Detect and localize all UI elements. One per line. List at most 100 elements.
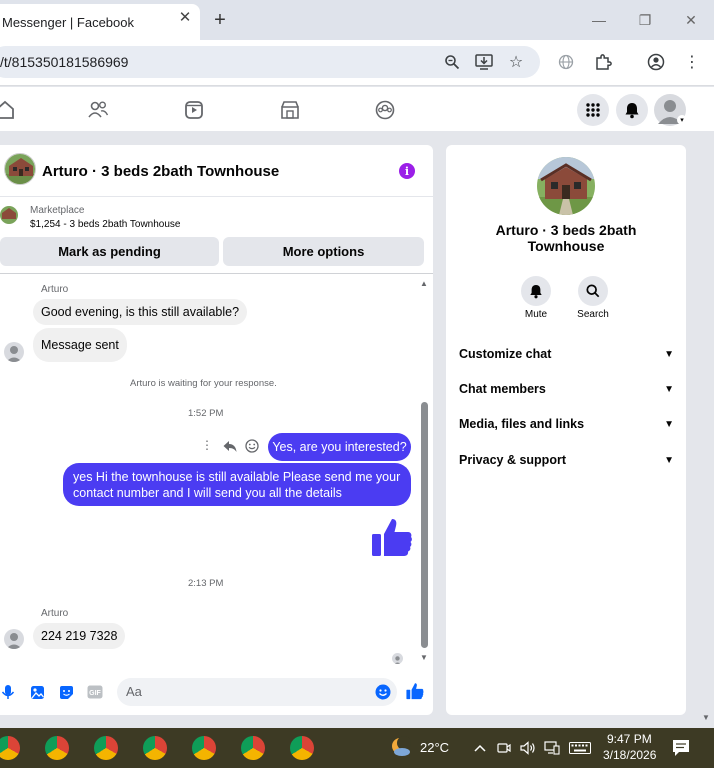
extensions-icon[interactable] bbox=[593, 52, 613, 72]
browser-toolbar: /t/815350181586969 ☆ ⋮ bbox=[0, 40, 714, 86]
sticker-icon[interactable] bbox=[58, 684, 74, 700]
emoji-icon[interactable] bbox=[375, 684, 391, 700]
marketplace-icon[interactable] bbox=[279, 99, 301, 121]
bell-icon bbox=[625, 102, 639, 118]
message-more-icon[interactable]: ⋮ bbox=[201, 438, 213, 452]
message-sender-name: Arturo bbox=[41, 608, 69, 619]
scroll-up-arrow-icon[interactable]: ▲ bbox=[419, 278, 429, 288]
bookmark-star-icon[interactable]: ☆ bbox=[506, 52, 526, 72]
browser-menu-icon[interactable]: ⋮ bbox=[682, 52, 702, 72]
tab-close-icon[interactable]: ✕ bbox=[176, 8, 194, 26]
incoming-message[interactable]: 224 219 7328 bbox=[33, 623, 126, 649]
clock-date[interactable]: 3/18/2026 bbox=[603, 748, 656, 762]
reply-icon[interactable] bbox=[222, 438, 238, 454]
waiting-notice: Arturo is waiting for your response. bbox=[130, 378, 277, 389]
search-label: Search bbox=[577, 309, 609, 320]
conversation-info-panel: Arturo · 3 beds 2bath Townhouse Mute Sea… bbox=[446, 145, 686, 715]
incoming-message[interactable]: Good evening, is this still available? bbox=[33, 299, 248, 325]
chat-scrollbar[interactable] bbox=[421, 402, 428, 648]
scroll-down-arrow-icon[interactable]: ▼ bbox=[419, 652, 429, 662]
close-window-icon[interactable]: ✕ bbox=[680, 9, 702, 31]
chrome-app-icon[interactable] bbox=[45, 736, 69, 760]
restore-icon[interactable]: ❐ bbox=[634, 9, 656, 31]
message-input-placeholder: Aa bbox=[126, 684, 142, 699]
new-tab-button[interactable]: + bbox=[210, 10, 230, 30]
svg-text:GIF: GIF bbox=[89, 690, 101, 697]
chevron-down-icon: ▼ bbox=[664, 454, 674, 466]
customize-chat-section[interactable]: Customize chat ▼ bbox=[459, 344, 674, 364]
chrome-app-icon[interactable] bbox=[241, 736, 265, 760]
seen-avatar bbox=[392, 653, 403, 664]
chat-header: Arturo · 3 beds 2bath Townhouse i bbox=[0, 145, 433, 197]
profile-icon[interactable] bbox=[646, 52, 666, 72]
search-button[interactable] bbox=[578, 276, 608, 306]
keyboard-icon[interactable] bbox=[569, 740, 591, 756]
conversation-title[interactable]: Arturo · 3 beds 2bath Townhouse bbox=[42, 163, 279, 180]
sender-avatar[interactable] bbox=[4, 629, 24, 649]
info-avatar[interactable] bbox=[537, 157, 595, 215]
chevron-down-icon: ▼ bbox=[664, 383, 674, 395]
sender-avatar[interactable] bbox=[4, 342, 24, 362]
minimize-icon[interactable]: — bbox=[588, 9, 610, 31]
media-files-links-section[interactable]: Media, files and links ▼ bbox=[459, 414, 674, 434]
volume-icon[interactable] bbox=[520, 740, 536, 756]
url-text: /t/815350181586969 bbox=[0, 54, 129, 70]
weather-moon-icon[interactable] bbox=[390, 736, 412, 758]
conversation-avatar[interactable] bbox=[4, 153, 36, 185]
timestamp: 1:52 PM bbox=[188, 408, 224, 419]
menu-grid-button[interactable] bbox=[577, 94, 609, 126]
tray-chevron-up-icon[interactable] bbox=[472, 740, 488, 756]
section-label: Chat members bbox=[459, 382, 546, 396]
chrome-app-icon[interactable] bbox=[0, 736, 20, 760]
gif-icon[interactable]: GIF bbox=[87, 684, 103, 700]
microphone-icon[interactable] bbox=[0, 684, 16, 700]
tab-title: Messenger | Facebook bbox=[2, 14, 134, 30]
meet-now-icon[interactable] bbox=[496, 740, 512, 756]
privacy-support-section[interactable]: Privacy & support ▼ bbox=[459, 450, 674, 470]
notifications-button[interactable] bbox=[616, 94, 648, 126]
network-icon[interactable] bbox=[544, 740, 560, 756]
header-divider bbox=[0, 273, 433, 274]
timestamp: 2:13 PM bbox=[188, 578, 224, 589]
message-input[interactable]: Aa bbox=[117, 678, 397, 706]
browser-tab[interactable]: Messenger | Facebook bbox=[0, 4, 200, 40]
listing-summary[interactable]: $1,254 - 3 beds 2bath Townhouse bbox=[30, 219, 181, 230]
weather-temperature[interactable]: 22°C bbox=[420, 740, 449, 755]
windows-taskbar: 22°C 9:47 PM 3/18/2026 bbox=[0, 728, 714, 768]
chat-members-section[interactable]: Chat members ▼ bbox=[459, 379, 674, 399]
thumbs-up-sticker[interactable] bbox=[371, 517, 413, 557]
mute-label: Mute bbox=[524, 309, 548, 320]
outgoing-message[interactable]: yes Hi the townhouse is still available … bbox=[63, 463, 411, 506]
section-label: Customize chat bbox=[459, 347, 552, 361]
install-app-icon[interactable] bbox=[474, 52, 494, 72]
chrome-app-icon[interactable] bbox=[143, 736, 167, 760]
send-like-icon[interactable] bbox=[406, 682, 424, 700]
chevron-down-icon: ▼ bbox=[664, 348, 674, 360]
zoom-icon[interactable] bbox=[442, 52, 462, 72]
groups-icon[interactable] bbox=[374, 99, 396, 121]
section-label: Privacy & support bbox=[459, 453, 566, 467]
chrome-app-icon[interactable] bbox=[290, 736, 314, 760]
listing-thumbnail[interactable] bbox=[0, 206, 18, 224]
incoming-message[interactable]: Message sent bbox=[33, 328, 127, 362]
clock-time[interactable]: 9:47 PM bbox=[607, 732, 652, 746]
watch-icon[interactable] bbox=[183, 99, 205, 121]
conversation-info-icon[interactable]: i bbox=[399, 163, 415, 179]
photo-icon[interactable] bbox=[29, 684, 45, 700]
mark-as-pending-button[interactable]: Mark as pending bbox=[0, 237, 219, 266]
more-options-button[interactable]: More options bbox=[223, 237, 424, 266]
translate-icon[interactable] bbox=[556, 52, 576, 72]
outgoing-message[interactable]: Yes, are you interested? bbox=[268, 433, 411, 461]
info-name: Arturo · 3 beds 2bath Townhouse bbox=[495, 222, 637, 254]
chrome-app-icon[interactable] bbox=[94, 736, 118, 760]
react-emoji-icon[interactable] bbox=[245, 439, 259, 453]
friends-icon[interactable] bbox=[87, 99, 109, 121]
home-icon[interactable] bbox=[0, 99, 16, 121]
chrome-app-icon[interactable] bbox=[192, 736, 216, 760]
mute-button[interactable] bbox=[521, 276, 551, 306]
page-scroll-down-icon[interactable]: ▼ bbox=[701, 712, 711, 722]
notification-center-icon[interactable] bbox=[672, 739, 690, 757]
message-composer: GIF Aa bbox=[0, 673, 433, 713]
bell-icon bbox=[530, 284, 542, 298]
account-chevron-icon[interactable]: ▾ bbox=[677, 115, 687, 125]
